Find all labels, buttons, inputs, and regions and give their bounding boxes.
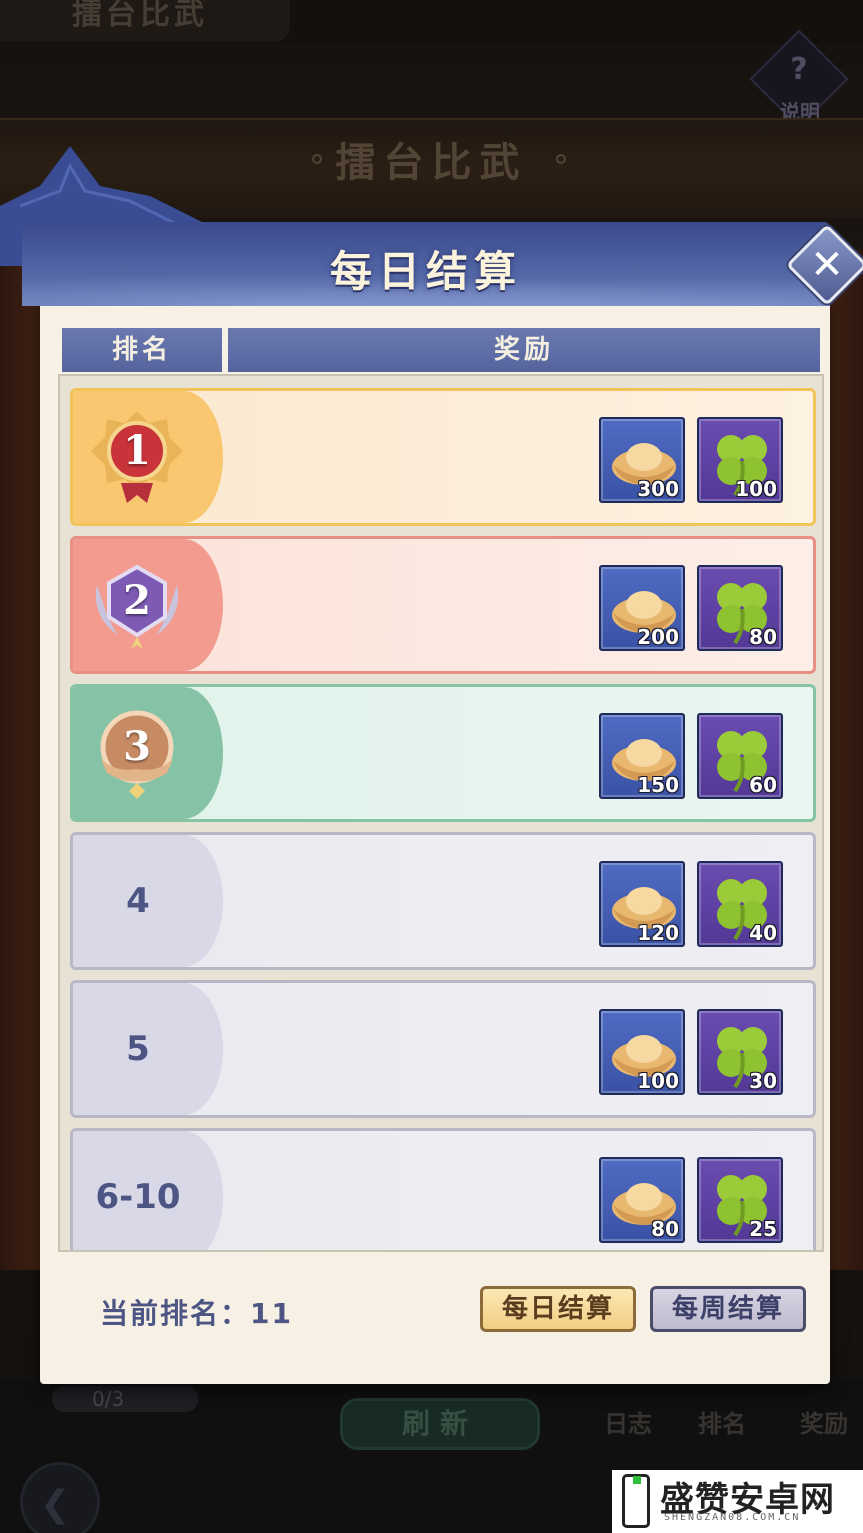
reward-quantity: 150 [637,773,679,797]
dialog-title: 每日结算 [329,247,522,296]
close-icon[interactable]: ✕ [798,236,856,294]
reward-quantity: 25 [749,1217,777,1241]
reward-quantity: 120 [637,921,679,945]
rank-number: 6-10 [95,1177,181,1217]
column-header-reward: 奖励 [228,328,820,372]
reward-quantity: 300 [637,477,679,501]
current-rank-label: 当前排名：11 [100,1297,293,1330]
list-item: 1 300 100 [70,388,816,526]
list-item: 2 200 80 [70,536,816,674]
rank-number: 1 [123,427,151,474]
gold-ingot-reward[interactable]: 300 [599,417,685,503]
logo-dot-icon [633,1476,641,1484]
clover-reward[interactable]: 25 [697,1157,783,1243]
reward-quantity: 80 [651,1217,679,1241]
watermark-subtext: SHENGZAN08.COM.CN [664,1512,801,1523]
reward-quantity: 30 [749,1069,777,1093]
reward-list[interactable]: 1 300 100 2 200 80 3 150 60 4 120 40 5 1… [58,374,824,1252]
reward-quantity: 100 [637,1069,679,1093]
reward-quantity: 80 [749,625,777,649]
clover-reward[interactable]: 30 [697,1009,783,1095]
gold-ingot-reward[interactable]: 120 [599,861,685,947]
daily-settlement-button[interactable]: 每日结算 [480,1286,636,1332]
reward-quantity: 40 [749,921,777,945]
rank-number: 3 [123,723,151,770]
gold-ingot-reward[interactable]: 150 [599,713,685,799]
reward-quantity: 200 [637,625,679,649]
weekly-settlement-button[interactable]: 每周结算 [650,1286,806,1332]
clover-reward[interactable]: 100 [697,417,783,503]
list-item: 3 150 60 [70,684,816,822]
reward-quantity: 60 [749,773,777,797]
gold-ingot-reward[interactable]: 100 [599,1009,685,1095]
rank-number: 4 [126,881,150,921]
rank-number: 2 [123,577,151,624]
list-item: 6-10 80 25 [70,1128,816,1250]
gold-ingot-reward[interactable]: 80 [599,1157,685,1243]
gold-ingot-reward[interactable]: 200 [599,565,685,651]
clover-reward[interactable]: 60 [697,713,783,799]
column-header-rank: 排名 [62,328,222,372]
reward-quantity: 100 [735,477,777,501]
rank-number: 5 [126,1029,150,1069]
clover-reward[interactable]: 40 [697,861,783,947]
list-item: 5 100 30 [70,980,816,1118]
list-item: 4 120 40 [70,832,816,970]
clover-reward[interactable]: 80 [697,565,783,651]
